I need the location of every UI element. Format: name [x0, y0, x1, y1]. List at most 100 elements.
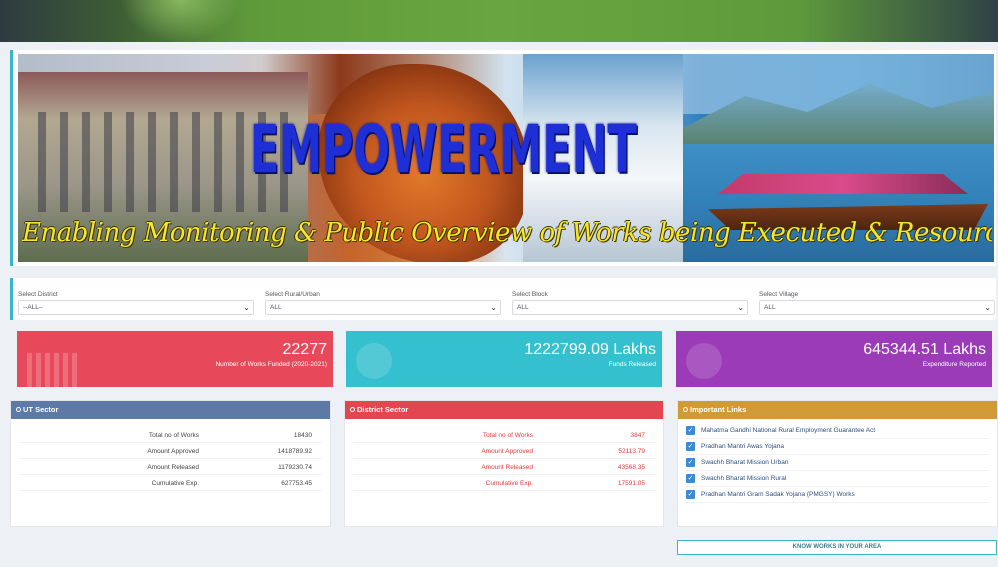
- banner-title-letter: M: [499, 111, 543, 188]
- block-filter-label: Select Block: [512, 291, 548, 298]
- chevron-down-icon: ⌄: [490, 303, 497, 312]
- district-sector-row: Total no of Works 3847: [353, 427, 655, 443]
- important-links-panel: Important Links ✓ Mahatma Gandhi National…: [677, 400, 998, 527]
- banner-title-letter: R: [466, 111, 500, 188]
- district-sector-row-value: 43568.35: [617, 464, 645, 471]
- bar-chart-icon: [27, 353, 77, 387]
- important-link-label: Swachh Bharat Mission Rural: [701, 475, 787, 482]
- ut-sector-row: Amount Released 1179230.74: [19, 459, 322, 475]
- district-sector-row-value: 17591.05: [617, 480, 645, 487]
- important-link-label: Pradhan Mantri Awas Yojana: [701, 443, 784, 450]
- district-sector-row-value: 52113.79: [618, 448, 645, 455]
- expenditure-reported-value: 645344.51 Lakhs: [863, 341, 986, 358]
- chevron-down-icon: ⌄: [737, 303, 744, 312]
- village-select[interactable]: ALL ⌄: [759, 300, 995, 315]
- works-funded-label: Number of Works Funded (2020-2021): [215, 361, 327, 368]
- funds-released-value: 1222799.09 Lakhs: [524, 341, 656, 358]
- district-sector-panel: District Sector Total no of Works 3847 Amo…: [344, 400, 664, 527]
- ut-sector-row: Amount Approved 1418789.92: [19, 443, 322, 459]
- checkbox-checked-icon: ✓: [686, 426, 695, 435]
- works-funded-card: 22277 Number of Works Funded (2020-2021): [17, 331, 333, 387]
- know-works-in-your-area-button[interactable]: KNOW WORKS IN YOUR AREA: [677, 540, 997, 555]
- block-select-value: ALL: [517, 304, 529, 311]
- important-link-item[interactable]: ✓ Pradhan Mantri Gram Sadak Yojana (PMGSY…: [686, 487, 989, 503]
- rural-urban-select[interactable]: ALL ⌄: [265, 300, 501, 315]
- village-filter: Select Village ALL ⌄: [759, 291, 995, 315]
- important-links-title: Important Links: [690, 405, 747, 414]
- ut-sector-row-value: 1179230.74: [278, 464, 312, 471]
- important-link-item[interactable]: ✓ Swachh Bharat Mission Rural: [686, 471, 989, 487]
- rural-urban-select-value: ALL: [270, 304, 282, 311]
- ut-sector-header: UT Sector: [11, 401, 330, 419]
- district-filter: Select District --ALL-- ⌄: [18, 291, 254, 315]
- expenditure-icon: [686, 343, 722, 379]
- ut-sector-row: Total no of Works 18430: [19, 427, 322, 443]
- important-links-header: Important Links: [678, 401, 997, 419]
- banner-title-letter: M: [279, 111, 323, 188]
- top-header-bar: [0, 0, 998, 42]
- district-sector-row-label: Total no of Works: [482, 432, 533, 439]
- village-select-value: ALL: [764, 304, 776, 311]
- expenditure-reported-card: 645344.51 Lakhs Expenditure Reported: [676, 331, 992, 387]
- expenditure-reported-label: Expenditure Reported: [922, 361, 986, 368]
- ut-sector-row-value: 18430: [293, 432, 312, 439]
- banner-title: EMPOWERMENT: [250, 105, 637, 195]
- ut-sector-title: UT Sector: [23, 405, 59, 414]
- checkbox-checked-icon: ✓: [686, 474, 695, 483]
- important-link-label: Pradhan Mantri Gram Sadak Yojana (PMGSY)…: [701, 491, 855, 498]
- circle-icon: [350, 407, 355, 412]
- district-select[interactable]: --ALL-- ⌄: [18, 300, 254, 315]
- district-sector-title: District Sector: [357, 405, 409, 414]
- banner-title-letter: E: [437, 111, 467, 188]
- filter-accent-stripe: [10, 278, 13, 320]
- banner-title-letter: E: [542, 111, 572, 188]
- circle-icon: [16, 407, 21, 412]
- ut-sector-row-label: Amount Approved: [147, 448, 199, 455]
- important-link-item[interactable]: ✓ Pradhan Mantri Awas Yojana: [686, 439, 989, 455]
- banner-title-letter: N: [571, 111, 608, 188]
- block-select[interactable]: ALL ⌄: [512, 300, 748, 315]
- banner-title-letter: E: [250, 111, 280, 188]
- banner-shikara-canopy: [718, 174, 968, 194]
- ut-sector-row-value: 1418789.92: [277, 448, 312, 455]
- district-filter-label: Select District: [18, 291, 58, 298]
- funds-released-label: Funds Released: [608, 361, 656, 368]
- banner-accent-stripe: [10, 50, 13, 266]
- important-link-item[interactable]: ✓ Mahatma Gandhi National Rural Employmen…: [686, 423, 989, 439]
- district-sector-row: Amount Approved 52113.79: [353, 443, 655, 459]
- ut-sector-row-value: 627753.45: [281, 480, 312, 487]
- banner-title-letter: P: [322, 111, 354, 188]
- block-filter: Select Block ALL ⌄: [512, 291, 748, 315]
- checkbox-checked-icon: ✓: [686, 442, 695, 451]
- district-sector-row-label: Amount Approved: [481, 448, 533, 455]
- checkbox-checked-icon: ✓: [686, 458, 695, 467]
- village-filter-label: Select Village: [759, 291, 799, 298]
- ut-sector-row-label: Amount Released: [147, 464, 199, 471]
- important-link-label: Mahatma Gandhi National Rural Employment…: [701, 427, 876, 434]
- district-select-value: --ALL--: [23, 304, 44, 311]
- district-sector-row-label: Cumulative Exp.: [485, 480, 533, 487]
- chevron-down-icon: ⌄: [984, 303, 991, 312]
- ut-sector-row-label: Total no of Works: [148, 432, 199, 439]
- important-link-item[interactable]: ✓ Swachh Bharat Mission Urban: [686, 455, 989, 471]
- district-sector-row: Cumulative Exp. 17591.05: [353, 475, 655, 491]
- rural-urban-filter-label: Select Rural/Urban: [265, 291, 320, 298]
- district-sector-row: Amount Released 43568.35: [353, 459, 655, 475]
- banner-title-letter: W: [389, 111, 438, 188]
- ut-sector-row: Cumulative Exp. 627753.45: [19, 475, 322, 491]
- district-sector-header: District Sector: [345, 401, 663, 419]
- banner-title-letter: T: [607, 111, 637, 188]
- rupee-icon: [356, 343, 392, 379]
- chevron-down-icon: ⌄: [243, 303, 250, 312]
- funds-released-card: 1222799.09 Lakhs Funds Released: [346, 331, 662, 387]
- banner-title-letter: O: [353, 111, 390, 188]
- checkbox-checked-icon: ✓: [686, 490, 695, 499]
- ut-sector-panel: UT Sector Total no of Works 18430 Amount A…: [10, 400, 331, 527]
- rural-urban-filter: Select Rural/Urban ALL ⌄: [265, 291, 501, 315]
- important-link-label: Swachh Bharat Mission Urban: [701, 459, 789, 466]
- district-sector-row-label: Amount Released: [481, 464, 533, 471]
- circle-icon: [683, 407, 688, 412]
- works-funded-value: 22277: [282, 341, 328, 358]
- district-sector-row-value: 3847: [630, 432, 645, 439]
- ut-sector-row-label: Cumulative Exp.: [151, 480, 199, 487]
